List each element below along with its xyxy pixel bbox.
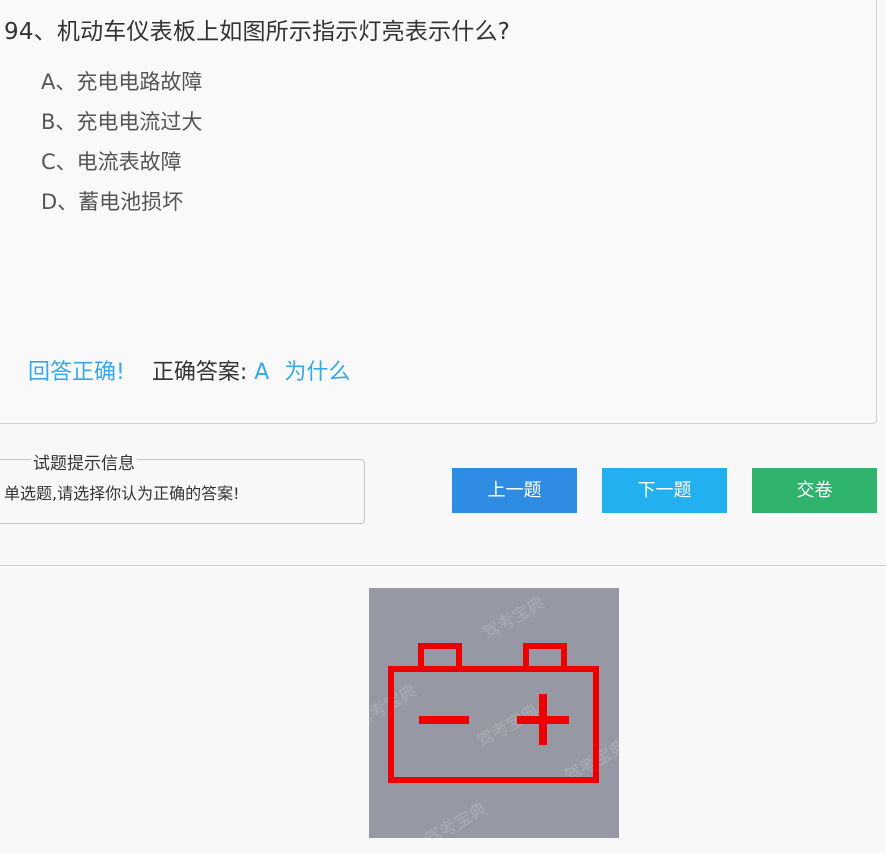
prev-question-button[interactable]: 上一题 xyxy=(452,468,577,513)
hint-text: 单选题,请选择你认为正确的答案! xyxy=(4,484,240,503)
why-link[interactable]: 为什么 xyxy=(284,360,350,385)
plus-sign-v xyxy=(539,694,547,745)
question-title: 94、机动车仪表板上如图所示指示灯亮表示什么? xyxy=(4,19,511,45)
submit-exam-button[interactable]: 交卷 xyxy=(752,468,877,513)
watermark-text: 驾考宝典 xyxy=(369,681,420,732)
watermark: 驾考宝典 驾考宝典 驾考宝典 驾考宝典 驾考宝典 xyxy=(369,593,619,838)
correct-answer-label: 正确答案: xyxy=(151,360,248,385)
correct-answer-value: A xyxy=(254,360,270,385)
option-d[interactable]: D、蓄电池损坏 xyxy=(41,186,202,226)
options-list: A、充电电路故障 B、充电电流过大 C、电流表故障 D、蓄电池损坏 xyxy=(41,66,202,226)
watermark-text: 驾考宝典 xyxy=(422,799,491,838)
question-image: 驾考宝典 驾考宝典 驾考宝典 驾考宝典 驾考宝典 xyxy=(369,588,619,838)
result-line: 回答正确! 正确答案: A 为什么 xyxy=(28,354,350,386)
battery-warning-icon: 驾考宝典 驾考宝典 驾考宝典 驾考宝典 驾考宝典 xyxy=(369,593,619,838)
watermark-text: 驾考宝典 xyxy=(480,593,549,644)
battery-symbol xyxy=(388,643,599,783)
next-question-button[interactable]: 下一题 xyxy=(602,468,727,513)
hint-legend: 试题提示信息 xyxy=(31,449,137,474)
option-b[interactable]: B、充电电流过大 xyxy=(41,106,202,146)
minus-sign xyxy=(419,716,469,724)
option-c[interactable]: C、电流表故障 xyxy=(41,146,202,186)
result-status: 回答正确! xyxy=(28,360,125,385)
option-a[interactable]: A、充电电路故障 xyxy=(41,66,202,106)
hint-box: 试题提示信息 单选题,请选择你认为正确的答案! xyxy=(0,449,365,524)
watermark-text: 驾考宝典 xyxy=(474,701,543,752)
divider xyxy=(0,565,886,566)
